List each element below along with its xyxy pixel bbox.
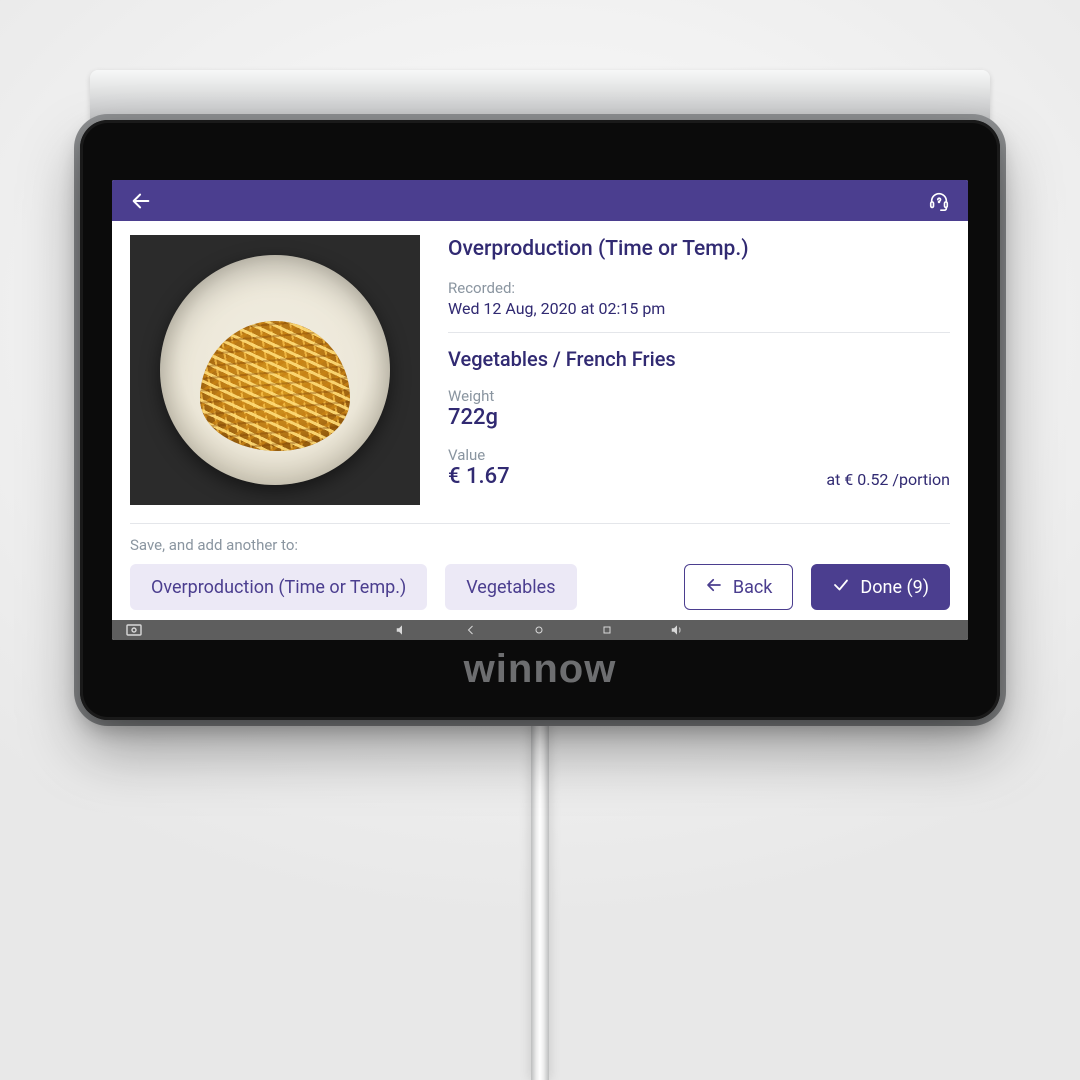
portion-rate: at € 0.52 /portion [826,470,950,489]
android-nav-bar [112,620,968,640]
back-arrow-icon[interactable] [130,190,152,212]
quick-add-vegetables-button[interactable]: Vegetables [445,564,576,610]
button-label: Vegetables [466,577,555,598]
item-path: Vegetables / French Fries [448,347,950,371]
volume-up-icon[interactable] [669,623,685,637]
divider [130,523,950,524]
button-label: Back [733,577,773,598]
quick-add-overproduction-button[interactable]: Overproduction (Time or Temp.) [130,564,427,610]
weight-label: Weight [448,387,950,405]
divider [448,332,950,333]
waste-photo [130,235,420,505]
value-label: Value [448,446,510,464]
button-label: Done (9) [860,577,929,598]
tablet-frame: Overproduction (Time or Temp.) Recorded:… [80,120,1000,720]
recorded-value: Wed 12 Aug, 2020 at 02:15 pm [448,299,950,318]
button-label: Overproduction (Time or Temp.) [151,577,406,598]
nav-back-icon[interactable] [465,624,477,636]
headset-help-icon[interactable] [928,190,950,212]
done-button[interactable]: Done (9) [811,564,950,610]
action-buttons: Overproduction (Time or Temp.) Vegetable… [130,564,950,610]
nav-recent-icon[interactable] [601,624,613,636]
screen: Overproduction (Time or Temp.) Recorded:… [112,180,968,640]
tablet-mount [90,70,990,120]
weight-value: 722g [448,405,950,430]
back-button[interactable]: Back [684,564,794,610]
screenshot-icon[interactable] [126,624,142,636]
device-brand: winnow [80,647,1000,692]
nav-home-icon[interactable] [533,624,545,636]
tablet-pole [531,720,549,1080]
content-area: Overproduction (Time or Temp.) Recorded:… [112,221,968,620]
volume-down-icon[interactable] [395,623,409,637]
category-title: Overproduction (Time or Temp.) [448,237,950,261]
record-details: Overproduction (Time or Temp.) Recorded:… [448,235,950,505]
check-icon [832,576,850,599]
recorded-label: Recorded: [448,279,950,297]
arrow-left-icon [705,576,723,599]
value-amount: € 1.67 [448,464,510,489]
save-prompt: Save, and add another to: [130,536,950,554]
app-header [112,180,968,221]
